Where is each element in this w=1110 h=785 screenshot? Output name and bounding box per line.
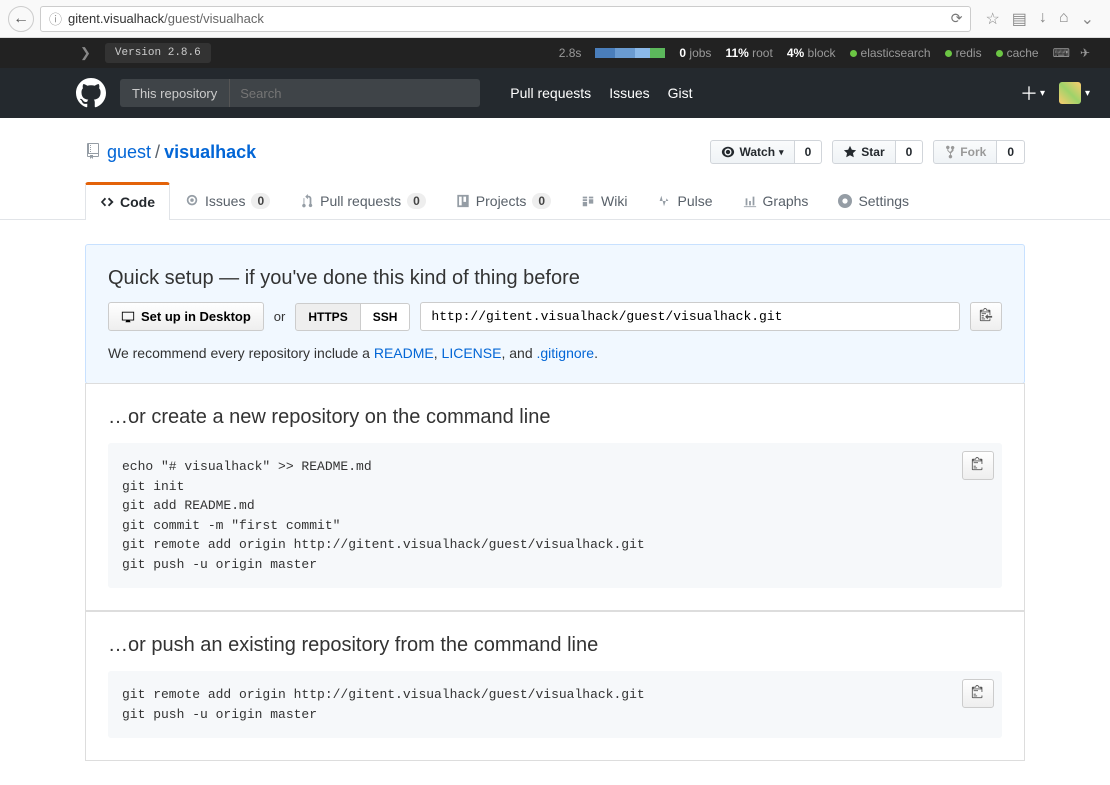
push-repo-section: …or push an existing repository from the… <box>85 611 1025 761</box>
readme-link[interactable]: README <box>374 345 434 361</box>
downloads-icon[interactable]: ↓ <box>1039 9 1047 29</box>
tab-graphs[interactable]: Graphs <box>728 182 824 219</box>
copy-push-button[interactable] <box>962 679 994 708</box>
github-logo-icon[interactable] <box>76 78 106 108</box>
user-menu[interactable]: ▾ <box>1059 82 1090 104</box>
refresh-icon[interactable]: ⟳ <box>951 10 963 27</box>
chevron-right-icon[interactable]: ❯ <box>80 45 91 61</box>
watch-button[interactable]: Watch▾ <box>710 140 794 164</box>
tab-issues[interactable]: Issues0 <box>170 182 285 219</box>
fork-group: Fork 0 <box>933 140 1025 164</box>
tab-projects[interactable]: Projects0 <box>441 182 566 219</box>
watch-group: Watch▾ 0 <box>710 140 822 164</box>
fork-button[interactable]: Fork <box>933 140 997 164</box>
clone-url-input[interactable] <box>420 302 960 331</box>
section-title: …or create a new repository on the comma… <box>108 406 1002 429</box>
section-title: …or push an existing repository from the… <box>108 634 1002 657</box>
nav-pull-requests[interactable]: Pull requests <box>510 85 591 101</box>
tab-code[interactable]: Code <box>85 182 170 220</box>
version-badge: Version 2.8.6 <box>105 43 211 63</box>
or-text: or <box>274 309 286 324</box>
search-wrap: This repository <box>120 79 480 107</box>
keyboard-icon[interactable]: ⌨ <box>1053 46 1070 60</box>
jobs-stat: 0 jobs <box>679 46 711 60</box>
block-stat: 4% block <box>787 46 836 60</box>
es-status: elasticsearch <box>850 46 931 60</box>
search-input[interactable] <box>230 79 480 107</box>
avatar <box>1059 82 1081 104</box>
tab-settings[interactable]: Settings <box>823 182 924 219</box>
recommend-text: We recommend every repository include a … <box>108 345 1002 361</box>
create-repo-section: …or create a new repository on the comma… <box>85 383 1025 611</box>
repo-icon <box>85 143 101 162</box>
home-icon[interactable]: ⌂ <box>1059 9 1069 29</box>
copy-url-button[interactable] <box>970 302 1002 331</box>
repo-name-link[interactable]: visualhack <box>164 142 256 162</box>
reponav: Code Issues0 Pull requests0 Projects0 Wi… <box>85 182 1025 219</box>
create-repo-code[interactable]: echo "# visualhack" >> README.md git ini… <box>108 443 1002 588</box>
load-bars <box>595 48 665 58</box>
gitignore-link[interactable]: .gitignore <box>537 345 595 361</box>
create-new-button[interactable]: ＋▾ <box>1020 80 1045 106</box>
pocket-icon[interactable]: ⌄ <box>1081 9 1094 29</box>
copy-create-button[interactable] <box>962 451 994 480</box>
quick-setup-title: Quick setup — if you've done this kind o… <box>108 267 1002 290</box>
ssh-button[interactable]: SSH <box>361 303 411 331</box>
back-button[interactable]: ← <box>8 6 34 32</box>
push-repo-code[interactable]: git remote add origin http://gitent.visu… <box>108 671 1002 738</box>
nav-gist[interactable]: Gist <box>668 85 693 101</box>
star-button[interactable]: Star <box>832 140 895 164</box>
info-icon: ⓘ <box>49 9 62 28</box>
rocket-icon[interactable]: ✈ <box>1080 46 1090 60</box>
url-bar[interactable]: ⓘ gitent.visualhack/guest/visualhack ⟳ <box>40 6 971 32</box>
watch-count[interactable]: 0 <box>795 140 823 164</box>
tab-wiki[interactable]: Wiki <box>566 182 642 219</box>
library-icon[interactable]: ▤ <box>1012 9 1027 29</box>
url-text: gitent.visualhack/guest/visualhack <box>68 11 951 26</box>
search-scope[interactable]: This repository <box>120 79 230 107</box>
cache-status: cache <box>996 46 1039 60</box>
nav-issues[interactable]: Issues <box>609 85 649 101</box>
star-group: Star 0 <box>832 140 923 164</box>
license-link[interactable]: LICENSE <box>442 345 502 361</box>
https-button[interactable]: HTTPS <box>295 303 360 331</box>
redis-status: redis <box>945 46 982 60</box>
quick-setup-box: Quick setup — if you've done this kind o… <box>85 244 1025 384</box>
bookmark-icon[interactable]: ☆ <box>985 9 999 29</box>
tab-pulse[interactable]: Pulse <box>642 182 727 219</box>
repohead: guest/visualhack Watch▾ 0 Star 0 Fork 0 … <box>0 118 1110 220</box>
debug-status-bar: ❯ Version 2.8.6 2.8s 0 jobs 11% root 4% … <box>0 38 1110 68</box>
site-header: This repository Pull requests Issues Gis… <box>0 68 1110 118</box>
browser-toolbar: ← ⓘ gitent.visualhack/guest/visualhack ⟳… <box>0 0 1110 38</box>
load-time: 2.8s <box>559 46 582 60</box>
tab-pulls[interactable]: Pull requests0 <box>285 182 441 219</box>
setup-desktop-button[interactable]: Set up in Desktop <box>108 302 264 331</box>
repo-owner-link[interactable]: guest <box>107 142 151 162</box>
repo-title: guest/visualhack <box>107 142 256 163</box>
fork-count[interactable]: 0 <box>997 140 1025 164</box>
star-count[interactable]: 0 <box>896 140 924 164</box>
root-stat: 11% root <box>725 46 772 60</box>
